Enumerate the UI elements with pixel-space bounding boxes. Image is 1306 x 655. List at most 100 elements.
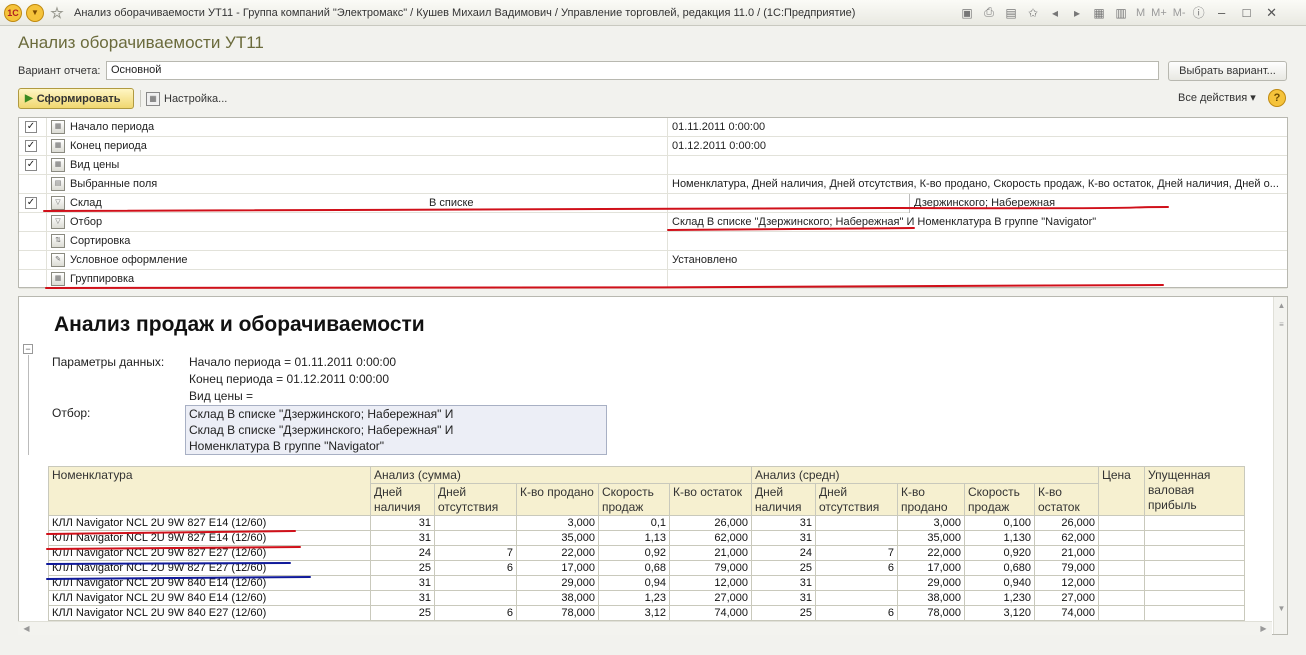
scroll-down-icon[interactable]: ▼	[1276, 603, 1287, 614]
calculator-icon[interactable]: ▦	[1090, 4, 1108, 22]
table-cell: 35,000	[516, 530, 599, 546]
memory-button-mplus[interactable]: M+	[1151, 7, 1167, 19]
scroll-right-icon[interactable]: ▶	[1258, 623, 1269, 634]
table-cell: 38,000	[897, 590, 965, 606]
table-row[interactable]: КЛЛ Navigator NCL 2U 9W 827 E14 (12/60) 3…	[48, 515, 1245, 531]
setting-value[interactable]: 01.11.2011 0:00:00	[667, 118, 1287, 137]
group-header-sum: Анализ (сумма)	[370, 466, 752, 484]
cell-nomenclature: КЛЛ Navigator NCL 2U 9W 827 E27 (12/60)	[48, 560, 371, 576]
table-row[interactable]: КЛЛ Navigator NCL 2U 9W 840 E14 (12/60) 3…	[48, 575, 1245, 591]
maximize-icon[interactable]: □	[1236, 4, 1258, 22]
setting-name: Начало периода	[70, 121, 155, 133]
sort-icon: ⇅	[51, 234, 65, 248]
setting-name: Группировка	[70, 273, 135, 285]
group-header-avg: Анализ (средн)	[751, 466, 1099, 484]
table-cell: 31	[370, 515, 435, 531]
scroll-thumb-icon[interactable]: ≡	[1276, 319, 1287, 330]
all-actions-menu[interactable]: Все действия ▾	[1178, 91, 1256, 104]
favorites-star-icon[interactable]: ☆	[48, 4, 66, 22]
calendar-icon[interactable]: ▥	[1112, 4, 1130, 22]
main-menu-icon[interactable]: ▼	[26, 3, 44, 22]
report-title: Анализ продаж и оборачиваемости	[54, 313, 425, 336]
table-cell: 78,000	[516, 605, 599, 621]
table-cell: 0,100	[964, 515, 1035, 531]
settings-button[interactable]: ▦ Настройка...	[146, 90, 227, 107]
param-line: Конец периода = 01.12.2011 0:00:00	[189, 372, 390, 386]
forward-icon[interactable]: ▸	[1068, 4, 1086, 22]
setting-value-list[interactable]: Дзержинского; Набережная	[909, 194, 1287, 213]
table-cell	[434, 515, 517, 531]
cell-profit	[1144, 590, 1245, 606]
save-icon[interactable]: ▣	[958, 4, 976, 22]
table-cell: 38,000	[516, 590, 599, 606]
preview-icon[interactable]: ▤	[1002, 4, 1020, 22]
setting-name: Сортировка	[70, 235, 131, 247]
filter-icon: ▽	[51, 196, 65, 210]
table-cell	[815, 530, 898, 546]
table-row[interactable]: КЛЛ Navigator NCL 2U 9W 827 E27 (12/60) 2…	[48, 560, 1245, 576]
table-cell: 7	[815, 545, 898, 561]
table-cell: 26,000	[1034, 515, 1099, 531]
settings-row[interactable]: ▦ Группировка	[19, 270, 1287, 289]
setting-value[interactable]: Установлено	[667, 251, 1287, 270]
table-cell: 12,000	[669, 575, 752, 591]
table-row[interactable]: КЛЛ Navigator NCL 2U 9W 827 E14 (12/60) 3…	[48, 530, 1245, 546]
use-checkbox[interactable]: ✓	[25, 140, 37, 152]
table-cell: 21,000	[1034, 545, 1099, 561]
settings-row[interactable]: ✓ ▽ Склад В списке Дзержинского; Набереж…	[19, 194, 1287, 213]
help-icon[interactable]: ?	[1268, 89, 1286, 107]
info-icon[interactable]: ⓘ	[1190, 4, 1208, 22]
minimize-icon[interactable]: –	[1211, 4, 1233, 22]
scroll-up-icon[interactable]: ▲	[1276, 300, 1287, 311]
col-header: К-во остаток	[669, 483, 752, 516]
table-row[interactable]: КЛЛ Navigator NCL 2U 9W 840 E14 (12/60) 3…	[48, 590, 1245, 606]
settings-row[interactable]: ⇅ Сортировка	[19, 232, 1287, 251]
table-cell: 25	[370, 560, 435, 576]
close-icon[interactable]: ✕	[1261, 4, 1283, 22]
filter-line: Номенклатура В группе "Navigator"	[189, 439, 384, 453]
generate-button[interactable]: ▶ Сформировать	[18, 88, 134, 109]
add-favorite-icon[interactable]: ✩	[1024, 4, 1042, 22]
use-checkbox[interactable]: ✓	[25, 121, 37, 133]
table-cell: 78,000	[897, 605, 965, 621]
settings-row[interactable]: ✎ Условное оформление Установлено	[19, 251, 1287, 270]
setting-value[interactable]: Номенклатура, Дней наличия, Дней отсутст…	[667, 175, 1287, 194]
horizontal-scrollbar[interactable]: ◀ ▶	[18, 621, 1272, 635]
choose-variant-button[interactable]: Выбрать вариант...	[1168, 61, 1287, 81]
setting-condition[interactable]: В списке	[429, 197, 474, 209]
memory-button-mminus[interactable]: M-	[1173, 7, 1186, 19]
table-cell: 1,23	[598, 590, 670, 606]
settings-row[interactable]: ✓ ▦ Вид цены	[19, 156, 1287, 175]
setting-value[interactable]	[667, 270, 1287, 289]
settings-row[interactable]: ▽ Отбор Склад В списке "Дзержинского; На…	[19, 213, 1287, 232]
table-cell	[434, 590, 517, 606]
col-header-profit: Упущенная валовая прибыль	[1144, 466, 1245, 516]
setting-value[interactable]	[667, 156, 1287, 175]
setting-value[interactable]	[667, 232, 1287, 251]
table-cell: 74,000	[669, 605, 752, 621]
setting-name: Склад	[70, 197, 102, 209]
all-actions-label: Все действия	[1178, 92, 1248, 104]
table-row[interactable]: КЛЛ Navigator NCL 2U 9W 827 E27 (12/60) 2…	[48, 545, 1245, 561]
use-checkbox[interactable]: ✓	[25, 159, 37, 171]
use-checkbox[interactable]: ✓	[25, 197, 37, 209]
table-row[interactable]: КЛЛ Navigator NCL 2U 9W 840 E27 (12/60) 2…	[48, 605, 1245, 621]
1c-logo-icon[interactable]: 1С	[4, 3, 22, 22]
settings-row[interactable]: ✓ ▦ Конец периода 01.12.2011 0:00:00	[19, 137, 1287, 156]
settings-row[interactable]: ▤ Выбранные поля Номенклатура, Дней нали…	[19, 175, 1287, 194]
memory-button-m[interactable]: M	[1136, 7, 1145, 19]
variant-input[interactable]: Основной	[106, 61, 1159, 80]
settings-row[interactable]: ✓ ▦ Начало периода 01.11.2011 0:00:00	[19, 118, 1287, 137]
report-area[interactable]: − Анализ продаж и оборачиваемости Параме…	[18, 296, 1288, 635]
scroll-left-icon[interactable]: ◀	[21, 623, 32, 634]
table-cell: 0,680	[964, 560, 1035, 576]
print-icon[interactable]: ⎙	[980, 4, 998, 22]
back-icon[interactable]: ◂	[1046, 4, 1064, 22]
setting-value[interactable]: Склад В списке "Дзержинского; Набережная…	[667, 213, 1287, 232]
col-header-nom: Номенклатура	[48, 466, 371, 516]
vertical-scrollbar[interactable]: ▲ ≡ ▼	[1273, 297, 1287, 634]
setting-value[interactable]: 01.12.2011 0:00:00	[667, 137, 1287, 156]
table-cell: 31	[751, 530, 816, 546]
table-cell: 17,000	[897, 560, 965, 576]
collapse-icon[interactable]: −	[23, 344, 33, 354]
